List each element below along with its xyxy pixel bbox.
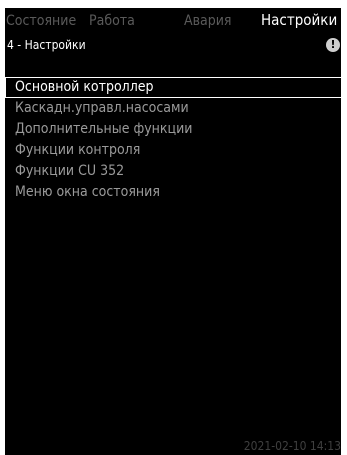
tab-operation[interactable]: Работа — [89, 11, 135, 31]
settings-menu: Основной котроллер Каскадн.управл.насоса… — [5, 77, 341, 203]
tab-settings[interactable]: Настройки — [261, 9, 337, 33]
menu-item-additional-functions[interactable]: Дополнительные функции — [5, 119, 341, 140]
menu-item-main-controller[interactable]: Основной котроллер — [5, 77, 341, 98]
menu-item-status-window-menu[interactable]: Меню окна состояния — [5, 182, 341, 203]
tab-status[interactable]: Состояние — [6, 11, 76, 31]
menu-item-cu352-functions[interactable]: Функции CU 352 — [5, 161, 341, 182]
tab-bar: Состояние Работа Авария Настройки — [5, 8, 341, 34]
tab-alarm[interactable]: Авария — [184, 11, 232, 31]
menu-item-monitoring-functions[interactable]: Функции контроля — [5, 140, 341, 161]
controller-screen: Состояние Работа Авария Настройки 4 - На… — [5, 8, 341, 455]
subheader: 4 - Настройки ! — [5, 37, 341, 55]
menu-item-cascade-control[interactable]: Каскадн.управл.насосами — [5, 98, 341, 119]
datetime-display: 2021-02-10 14:13 — [243, 439, 341, 453]
page-title: 4 - Настройки — [7, 38, 86, 52]
info-icon[interactable]: ! — [326, 38, 340, 52]
